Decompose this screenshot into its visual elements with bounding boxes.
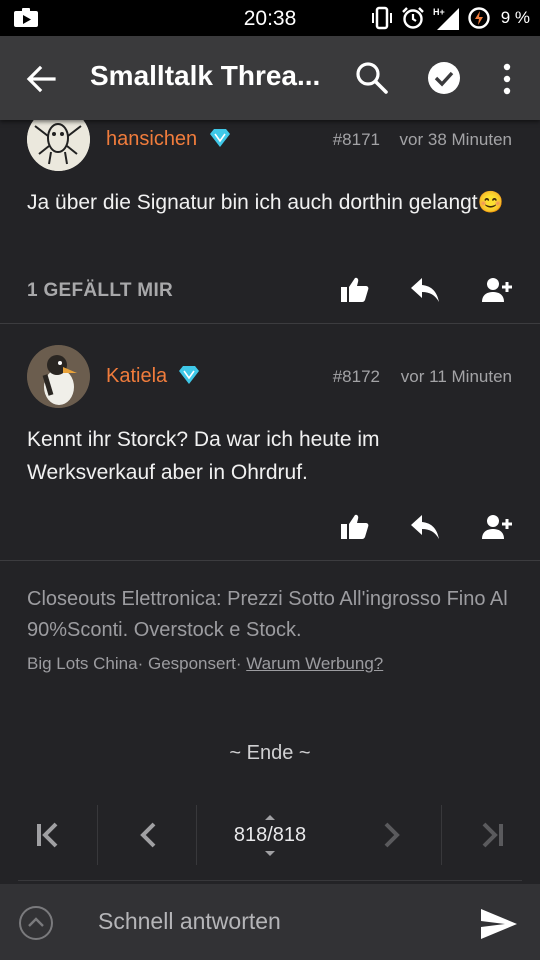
first-page-icon — [37, 822, 58, 848]
chevron-right-icon — [384, 822, 400, 848]
reply-arrow-icon[interactable] — [410, 276, 440, 304]
page-indicator-up-arrow-icon — [265, 814, 275, 820]
prev-page-button[interactable] — [118, 803, 178, 867]
svg-text:H+: H+ — [433, 7, 445, 17]
post-body: Kennt ihr Storck? Da war ich heute im We… — [27, 428, 380, 484]
expand-reply-icon[interactable] — [18, 905, 54, 941]
mark-read-icon[interactable] — [426, 60, 462, 96]
vibrate-icon — [371, 6, 392, 30]
app-bar: Smalltalk Threa... — [0, 36, 540, 120]
post-text: Ja über die Signatur bin ich auch dorthi… — [27, 191, 478, 214]
status-icons: H+ 9 % — [371, 5, 530, 31]
smile-emoji-icon: 😊 — [477, 191, 504, 214]
post-feed: hansichen #8171 vor 38 Minuten Ja über d… — [0, 120, 540, 884]
why-ad-link[interactable]: Warum Werbung? — [246, 654, 383, 673]
post-time: vor 38 Minuten — [399, 130, 512, 149]
ad-meta: Big Lots China· Gesponsert· Warum Werbun… — [27, 654, 384, 673]
total-pages: 818 — [272, 823, 307, 846]
current-page: 818 — [233, 823, 268, 846]
post-number: #8172 — [332, 367, 380, 386]
post-number: #8171 — [332, 130, 380, 149]
like-thumb-icon[interactable] — [340, 513, 370, 541]
avatar-image — [27, 120, 90, 171]
back-arrow-icon[interactable] — [24, 62, 58, 96]
next-page-button[interactable] — [362, 803, 422, 867]
post-8172: Katiela #8172 vor 11 Minuten Kennt ihr S… — [0, 324, 540, 561]
send-icon[interactable] — [480, 908, 518, 940]
alarm-icon — [401, 7, 424, 29]
post-username[interactable]: Katiela — [106, 365, 167, 388]
sponsored-ad[interactable]: Closeouts Elettronica: Prezzi Sotto All'… — [27, 584, 517, 674]
pager-bottom-divider — [18, 880, 522, 881]
battery-percent: 9 % — [500, 8, 530, 27]
reply-arrow-icon[interactable] — [410, 513, 440, 541]
chevron-left-icon — [140, 822, 156, 848]
pager-separator — [196, 805, 197, 865]
post-username[interactable]: hansichen — [106, 128, 197, 151]
signal-icon: H+ — [433, 7, 459, 30]
post-time: vor 11 Minuten — [400, 367, 512, 386]
ad-sponsored-label: Gesponsert — [147, 654, 236, 673]
battery-saver-icon — [468, 7, 490, 29]
thread-end-marker: ~ Ende ~ — [229, 742, 311, 764]
avatar-hansichen[interactable] — [27, 120, 90, 171]
like-thumb-icon[interactable] — [340, 276, 370, 304]
first-page-button[interactable] — [18, 803, 78, 867]
avatar-image — [27, 345, 90, 408]
post-divider — [0, 560, 540, 561]
ad-source: Big Lots China — [27, 654, 138, 673]
last-page-button[interactable] — [462, 803, 522, 867]
ad-title[interactable]: Closeouts Elettronica: Prezzi Sotto All'… — [27, 584, 517, 646]
avatar-katiela[interactable] — [27, 345, 90, 408]
quick-reply-bar: Schnell antworten — [0, 884, 540, 960]
verified-diamond-icon — [210, 129, 230, 147]
last-page-icon — [482, 822, 503, 848]
status-bar: 20:38 H+ 9 % — [0, 0, 540, 36]
post-8171: hansichen #8171 vor 38 Minuten Ja über d… — [0, 120, 540, 324]
search-icon[interactable] — [354, 60, 390, 96]
page-indicator-down-arrow-icon — [265, 850, 275, 856]
more-options-icon[interactable] — [496, 62, 518, 96]
verified-diamond-icon — [179, 366, 199, 384]
page-indicator[interactable]: 818/818 — [200, 803, 340, 867]
add-user-icon[interactable] — [482, 276, 512, 304]
like-count[interactable]: 1 GEFÄLLT MIR — [27, 280, 173, 302]
post-body: Ja über die Signatur bin ich auch dorthi… — [27, 186, 517, 219]
quick-reply-input[interactable]: Schnell antworten — [98, 908, 281, 935]
pager-separator — [97, 805, 98, 865]
page-navigator: 818/818 — [0, 803, 540, 867]
add-user-icon[interactable] — [482, 513, 512, 541]
pager-separator — [441, 805, 442, 865]
page-title: Smalltalk Threa... — [90, 60, 321, 91]
